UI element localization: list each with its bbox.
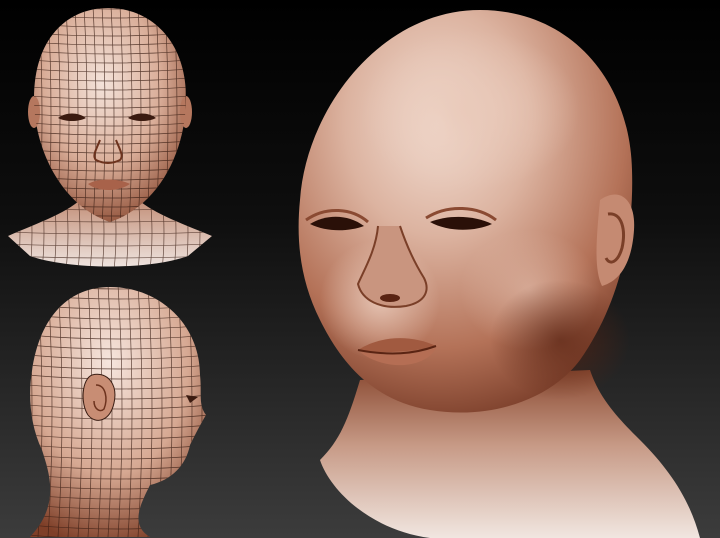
side-wireframe-svg <box>30 285 212 537</box>
front-wireframe-svg <box>6 8 214 270</box>
main-sculpt-svg <box>298 10 700 538</box>
front-wireframe-view <box>0 0 220 275</box>
main-nostril <box>380 294 400 302</box>
wire-edge <box>209 196 212 267</box>
wire-edge <box>6 268 214 270</box>
front-left-ear <box>28 96 40 128</box>
side-head-shape <box>30 287 206 537</box>
side-wireframe-view <box>0 275 220 538</box>
main-ear <box>596 194 635 286</box>
jaw-shadow <box>490 280 630 400</box>
forehead-highlight <box>360 30 580 190</box>
front-right-ear <box>180 96 192 128</box>
wire-edge <box>8 196 9 267</box>
side-ear <box>82 373 116 421</box>
render-stage <box>0 0 720 538</box>
main-sculpt-view <box>230 0 720 538</box>
wire-edge <box>208 285 212 537</box>
